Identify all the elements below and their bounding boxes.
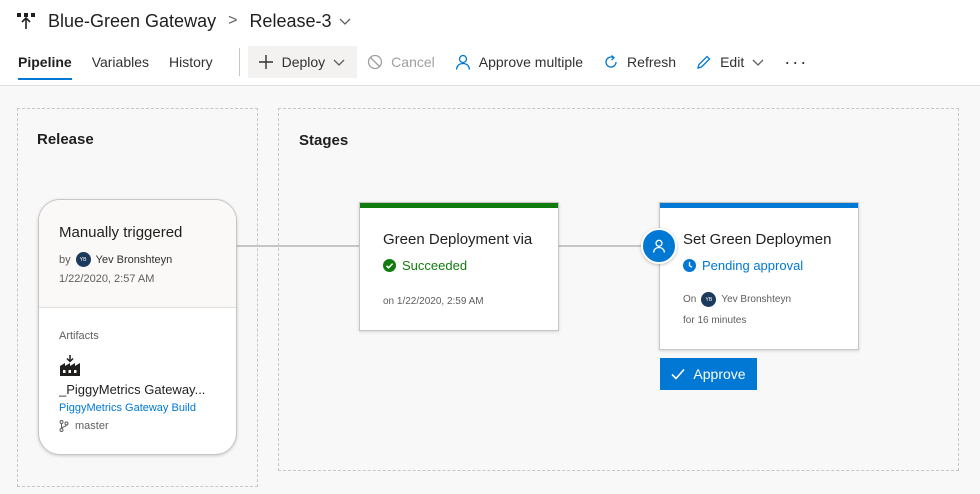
- tab-pipeline[interactable]: Pipeline: [8, 44, 82, 80]
- tab-history[interactable]: History: [159, 44, 223, 80]
- approver-name: Yev Bronshteyn: [721, 294, 792, 305]
- stage-card-set-green-deployment[interactable]: Set Green Deploymen Pending approval On …: [659, 202, 859, 350]
- stage-status-bar: [360, 203, 558, 208]
- stage-status: Succeeded: [383, 258, 467, 273]
- clock-icon: [683, 259, 696, 272]
- release-name[interactable]: Release-3: [249, 11, 331, 32]
- toolbar-row: Pipeline Variables History Deploy Cancel: [0, 44, 980, 80]
- chevron-down-icon: [333, 59, 345, 66]
- avatar: YB: [701, 292, 717, 307]
- stage-status: Pending approval: [683, 258, 803, 273]
- stage-name: Green Deployment via: [383, 231, 533, 248]
- pipeline-canvas: Release Stages Manually triggered by YB …: [0, 86, 980, 494]
- stage-card-green-deployment[interactable]: Green Deployment via Succeeded on 1/22/2…: [359, 202, 559, 331]
- artifact-name: _PiggyMetrics Gateway...: [59, 382, 206, 397]
- stage-meta: on 1/22/2020, 2:59 AM: [383, 296, 484, 307]
- pipeline-release-icon: [17, 13, 35, 29]
- plus-icon: [258, 55, 273, 69]
- pre-deployment-approval-button[interactable]: [641, 228, 677, 264]
- breadcrumb: Blue-Green Gateway > Release-3: [16, 8, 351, 34]
- branch-icon: [59, 420, 69, 432]
- avatar: YB: [75, 252, 91, 267]
- connector-release-to-stage1: [237, 245, 359, 247]
- refresh-button[interactable]: Refresh: [593, 46, 686, 78]
- stage-name: Set Green Deploymen: [683, 231, 832, 248]
- edit-button[interactable]: Edit: [686, 46, 774, 78]
- by-prefix: by: [59, 253, 71, 266]
- check-circle-icon: [383, 259, 396, 272]
- release-date: 1/22/2020, 2:57 AM: [59, 273, 155, 285]
- breadcrumb-separator: >: [228, 12, 238, 29]
- branch-name: master: [75, 420, 109, 432]
- stage-duration: for 16 minutes: [683, 315, 747, 326]
- stage-status-text: Succeeded: [402, 258, 468, 273]
- cancel-button[interactable]: Cancel: [357, 46, 445, 78]
- build-artifact-icon: [60, 355, 80, 376]
- approve-button[interactable]: Approve: [660, 358, 757, 390]
- toolbar-divider: [238, 48, 240, 76]
- deploy-label: Deploy: [281, 54, 326, 70]
- approve-multiple-button[interactable]: Approve multiple: [445, 46, 593, 78]
- approve-label: Approve: [693, 366, 746, 382]
- pencil-icon: [697, 55, 711, 69]
- checkmark-icon: [671, 368, 686, 380]
- stage-approver: On YB Yev Bronshteyn: [683, 292, 791, 307]
- release-trigger: Manually triggered: [59, 224, 183, 241]
- tab-variables[interactable]: Variables: [82, 44, 159, 80]
- release-card-header: Manually triggered by YB Yev Bronshteyn …: [39, 200, 236, 308]
- cancel-circle-icon: [368, 54, 383, 70]
- release-author: Yev Bronshteyn: [95, 253, 173, 266]
- on-prefix: On: [683, 294, 697, 305]
- artifact-build-link[interactable]: PiggyMetrics Gateway Build: [59, 402, 196, 414]
- stages-panel-title: Stages: [299, 132, 349, 149]
- person-icon: [652, 239, 666, 253]
- chevron-down-icon[interactable]: [339, 15, 351, 27]
- pipeline-title[interactable]: Blue-Green Gateway: [48, 11, 216, 32]
- deploy-button[interactable]: Deploy: [247, 46, 358, 78]
- release-by: by YB Yev Bronshteyn: [59, 252, 172, 267]
- release-card[interactable]: Manually triggered by YB Yev Bronshteyn …: [38, 199, 237, 455]
- cancel-label: Cancel: [391, 54, 435, 70]
- person-icon: [455, 54, 470, 70]
- more-options-button[interactable]: ···: [774, 46, 818, 78]
- chevron-down-icon: [752, 59, 764, 66]
- edit-label: Edit: [720, 54, 745, 70]
- release-panel-title: Release: [37, 131, 94, 148]
- connector-stage1-to-stage2: [558, 245, 642, 247]
- refresh-icon: [605, 55, 617, 68]
- page-header: Blue-Green Gateway > Release-3 Pipeline …: [0, 0, 980, 86]
- refresh-label: Refresh: [627, 54, 677, 70]
- artifact-branch: master: [59, 420, 109, 432]
- stage-status-text: Pending approval: [702, 258, 804, 273]
- artifacts-label: Artifacts: [59, 330, 99, 342]
- approve-multiple-label: Approve multiple: [478, 54, 584, 70]
- stage-status-bar: [660, 203, 858, 208]
